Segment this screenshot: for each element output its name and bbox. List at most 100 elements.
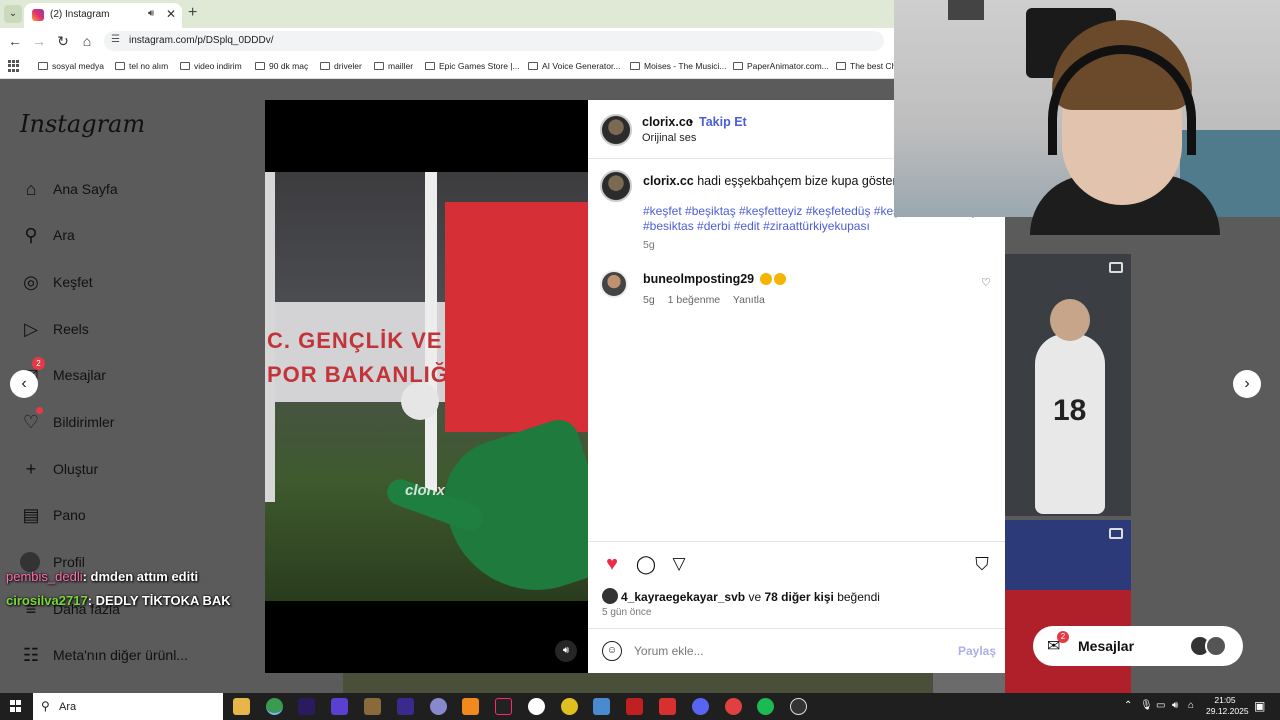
back-icon[interactable]: ←: [6, 32, 24, 50]
home-icon: ⌂: [25, 179, 37, 199]
post-author[interactable]: clorix.cc: [642, 115, 693, 129]
share-send-icon[interactable]: ▽: [667, 552, 691, 576]
chat-username: pembis_dedli: [6, 569, 83, 584]
url-field[interactable]: ☰ instagram.com/p/DSplq_0DDDv/: [104, 31, 884, 51]
spotify-icon[interactable]: [757, 698, 774, 715]
clock-time: 21:05: [1214, 695, 1236, 705]
volume-icon[interactable]: 🔊︎: [555, 640, 577, 662]
sidebar-item-search[interactable]: ⚲ Ara: [20, 222, 220, 250]
sidebar-item-label: Keşfet: [53, 274, 93, 290]
tab-search-button[interactable]: ⌄: [4, 5, 22, 23]
liker-username[interactable]: 4_kayraegekayar_svb: [621, 590, 745, 604]
app-icon[interactable]: [561, 698, 578, 715]
obs-icon[interactable]: [790, 698, 807, 715]
emoji-icon[interactable]: ☺: [602, 641, 622, 661]
app-icon[interactable]: [626, 698, 643, 715]
file-explorer-icon[interactable]: [233, 698, 250, 715]
forward-icon[interactable]: →: [30, 32, 48, 50]
notification-center-icon[interactable]: ▣: [1254, 699, 1265, 713]
bookmark-item[interactable]: video indirim: [180, 61, 242, 71]
liker-avatar[interactable]: [602, 588, 618, 604]
next-post-button[interactable]: ›: [1233, 370, 1261, 398]
caption-age: 5g: [643, 239, 655, 251]
bookmark-item[interactable]: sosyal medya: [38, 61, 104, 71]
messages-badge: 2: [1057, 631, 1069, 643]
volume-icon[interactable]: 🔊︎: [1172, 700, 1178, 711]
reply-button[interactable]: Yanıtla: [733, 294, 765, 306]
previous-post-button[interactable]: ‹: [10, 370, 38, 398]
sidebar-item-create[interactable]: + Oluştur: [20, 456, 220, 484]
display-icon[interactable]: ▭: [1156, 700, 1165, 711]
follow-button[interactable]: Takip Et: [699, 115, 747, 129]
bookmark-item[interactable]: The best Ch: [836, 61, 896, 71]
capcut-icon[interactable]: [495, 698, 512, 715]
bookmark-item[interactable]: AI Voice Generator...: [528, 61, 620, 71]
epic-games-icon: [425, 62, 435, 70]
grid-thumbnail-row[interactable]: [343, 673, 933, 693]
bookmark-item[interactable]: mailler: [374, 61, 413, 71]
sidebar-item-messages[interactable]: ✉ 2 Mesajlar: [20, 357, 220, 390]
app-icon[interactable]: [659, 698, 676, 715]
like-heart-icon[interactable]: ♥: [600, 552, 624, 576]
bookmark-item[interactable]: driveler: [320, 61, 362, 71]
sidebar-item-explore[interactable]: ◎ Keşfet: [20, 269, 220, 297]
site-info-icon[interactable]: ☰: [111, 34, 120, 45]
apps-grid-icon[interactable]: [8, 60, 20, 72]
app-icon[interactable]: [364, 698, 381, 715]
home-icon[interactable]: ⌂: [78, 32, 96, 50]
app-icon[interactable]: [430, 698, 447, 715]
comment-input[interactable]: [634, 640, 934, 662]
instagram-logo[interactable]: Instagram: [20, 110, 145, 138]
grid-thumbnail[interactable]: [1005, 520, 1131, 693]
speaker-icon[interactable]: 🔊︎: [148, 8, 154, 19]
bookmark-item[interactable]: PaperAnimator.com...: [733, 61, 829, 71]
comment-like-heart-icon[interactable]: ♡: [981, 276, 991, 289]
after-effects-icon[interactable]: [298, 698, 315, 715]
bookmark-item[interactable]: Moises - The Musici...: [630, 61, 727, 71]
proton-vpn-icon[interactable]: [331, 698, 348, 715]
sidebar-item-home[interactable]: ⌂ Ana Sayfa: [20, 176, 220, 204]
author-avatar[interactable]: [600, 114, 632, 146]
caption-username[interactable]: clorix.cc: [643, 174, 694, 188]
network-icon[interactable]: ⌂: [1188, 700, 1194, 711]
audio-label[interactable]: Orijinal ses: [642, 132, 696, 144]
caption-avatar[interactable]: [600, 170, 632, 202]
folder-icon: [38, 62, 48, 70]
app-icon[interactable]: [725, 698, 742, 715]
sidebar-item-reels[interactable]: ▷ Reels: [20, 316, 220, 344]
microphone-icon[interactable]: 🎙︎: [1140, 700, 1153, 711]
voice-icon: [528, 62, 538, 70]
sidebar-item-dashboard[interactable]: ▤ Pano: [20, 502, 220, 530]
windows-start-icon[interactable]: [10, 700, 22, 712]
reel-video-player[interactable]: C. GENÇLİK VE POR BAKANLIĞ clorix 🔊︎: [265, 100, 588, 673]
sidebar-item-notifications[interactable]: ♡ Bildirimler: [20, 407, 220, 437]
app-icon[interactable]: [528, 698, 545, 715]
new-tab-button[interactable]: +: [188, 4, 197, 22]
video-icon: [1109, 528, 1123, 539]
others-count[interactable]: 78 diğer kişi: [764, 590, 833, 604]
app-icon[interactable]: [593, 698, 610, 715]
reload-icon[interactable]: ↻: [54, 32, 72, 50]
grid-thumbnail[interactable]: [933, 673, 1005, 693]
comment-bubble-icon[interactable]: ◯: [634, 552, 658, 576]
comment-likes[interactable]: 1 beğenme: [668, 294, 721, 306]
sidebar-item-meta[interactable]: ☷ Meta'nın diğer ürünl...: [20, 642, 220, 670]
vlc-icon[interactable]: [462, 698, 479, 715]
tray-chevron-icon[interactable]: ⌃: [1124, 700, 1132, 711]
bookmark-item[interactable]: Epic Games Store |...: [425, 61, 520, 71]
bookmark-icon[interactable]: ⛉: [970, 552, 994, 576]
browser-tab[interactable]: (2) Instagram 🔊︎ ✕: [24, 3, 182, 28]
post-comment-button[interactable]: Paylaş: [958, 644, 996, 658]
discord-icon[interactable]: [692, 698, 709, 715]
messages-floating-button[interactable]: ✉ 2 Mesajlar: [1033, 626, 1243, 666]
comment-username[interactable]: buneolmposting29: [643, 272, 754, 286]
close-tab-icon[interactable]: ✕: [166, 7, 176, 21]
grid-thumbnail[interactable]: 18: [1005, 254, 1131, 516]
bookmark-item[interactable]: tel no alım: [115, 61, 168, 71]
commenter-avatar[interactable]: [600, 270, 628, 298]
taskbar-clock[interactable]: 21:05 29.12.2025: [1206, 695, 1249, 717]
chrome-icon[interactable]: [266, 698, 283, 715]
taskbar-search[interactable]: ⚲ Ara: [33, 693, 223, 720]
media-encoder-icon[interactable]: [397, 698, 414, 715]
bookmark-item[interactable]: 90 dk maç: [255, 61, 308, 71]
